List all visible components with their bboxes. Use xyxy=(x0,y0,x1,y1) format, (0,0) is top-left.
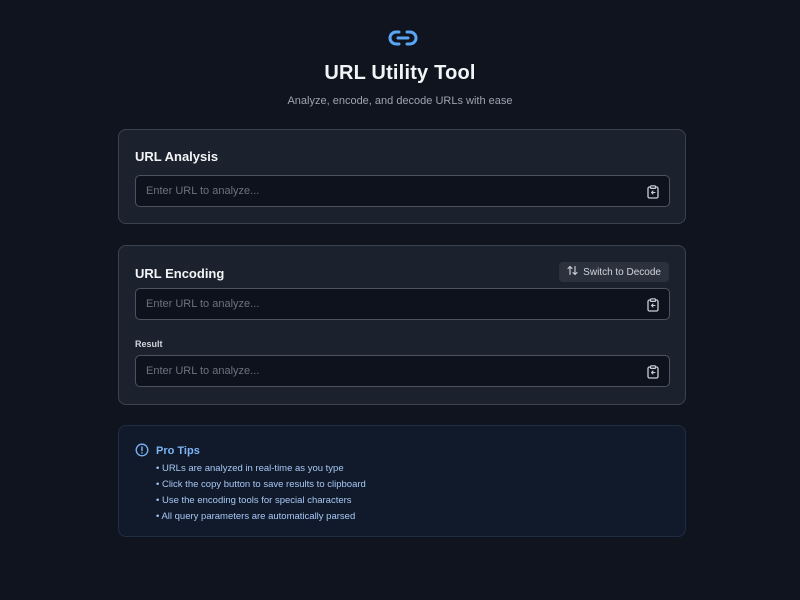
url-encoding-card: URL Encoding Switch to Decode Result xyxy=(118,245,686,405)
url-analysis-title: URL Analysis xyxy=(135,149,219,164)
url-encoding-result-wrapper xyxy=(135,355,670,387)
url-analysis-card: URL Analysis xyxy=(118,129,686,224)
pro-tips-title: Pro Tips xyxy=(156,445,200,457)
url-encoding-input-wrapper xyxy=(135,288,670,320)
list-item: • Click the copy button to save results … xyxy=(156,479,366,490)
url-encoding-input[interactable] xyxy=(136,289,636,319)
clipboard-icon[interactable] xyxy=(646,297,660,312)
page: URL Utility Tool Analyze, encode, and de… xyxy=(0,0,800,600)
info-icon xyxy=(135,443,149,457)
url-analysis-input-wrapper xyxy=(135,175,670,207)
clipboard-icon[interactable] xyxy=(646,364,660,379)
link-icon xyxy=(387,25,419,51)
page-subtitle: Analyze, encode, and decode URLs with ea… xyxy=(287,95,513,107)
url-encoding-title: URL Encoding xyxy=(135,266,225,281)
clipboard-icon[interactable] xyxy=(646,184,660,199)
switch-to-decode-button[interactable]: Switch to Decode xyxy=(559,262,669,282)
page-title: URL Utility Tool xyxy=(324,62,476,84)
pro-tips-panel: Pro Tips • URLs are analyzed in real-tim… xyxy=(118,425,686,537)
url-analysis-input[interactable] xyxy=(136,176,636,206)
result-label: Result xyxy=(135,339,163,349)
list-item: • Use the encoding tools for special cha… xyxy=(156,495,352,506)
swap-vertical-icon xyxy=(567,265,578,279)
list-item: • All query parameters are automatically… xyxy=(156,511,356,522)
list-item: • URLs are analyzed in real-time as you … xyxy=(156,463,344,474)
switch-to-decode-label: Switch to Decode xyxy=(583,266,661,278)
pro-tips-list: • URLs are analyzed in real-time as you … xyxy=(156,461,366,525)
url-encoding-result-field[interactable] xyxy=(136,356,636,386)
